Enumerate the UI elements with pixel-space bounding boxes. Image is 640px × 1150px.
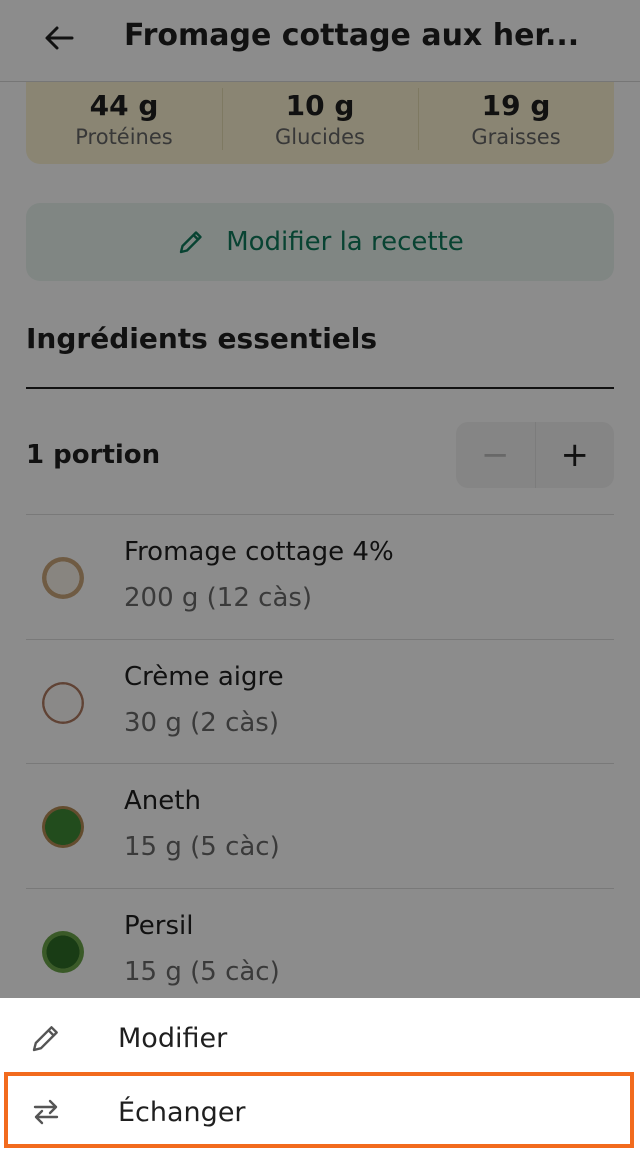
pencil-icon <box>28 1020 64 1056</box>
swap-arrows-icon <box>28 1094 64 1130</box>
sheet-edit-label: Modifier <box>118 1022 228 1054</box>
sheet-edit-option[interactable]: Modifier <box>0 1000 640 1076</box>
sheet-swap-option[interactable]: Échanger <box>0 1074 640 1150</box>
dim-overlay[interactable] <box>0 0 640 998</box>
action-sheet: Modifier Échanger <box>0 998 640 1150</box>
sheet-swap-label: Échanger <box>118 1096 246 1128</box>
